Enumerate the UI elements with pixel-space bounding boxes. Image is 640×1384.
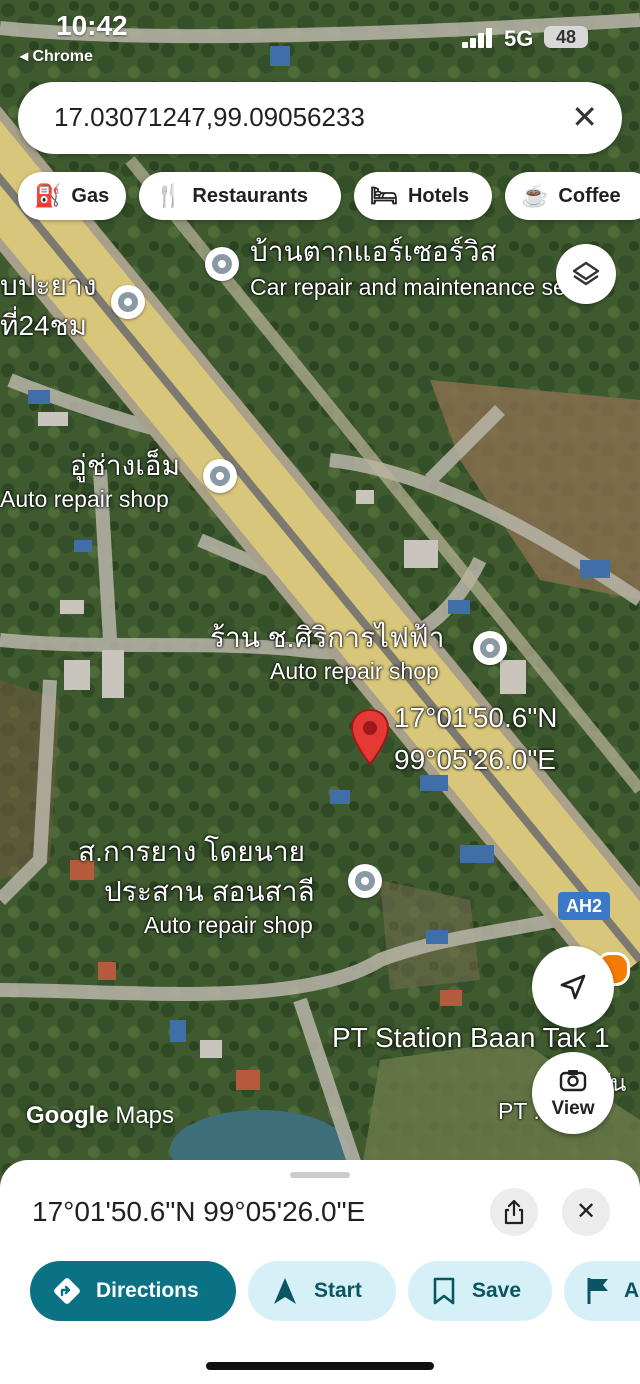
location-pin-icon[interactable] [350, 708, 390, 766]
view-label: View [551, 1098, 595, 1119]
fork-knife-icon: 🍴 [155, 183, 183, 208]
close-icon: ✕ [575, 1198, 597, 1225]
label-button[interactable]: A [564, 1261, 640, 1321]
directions-button[interactable]: Directions [30, 1261, 236, 1321]
place-category: Car repair and maintenance servic [250, 274, 602, 300]
bottom-sheet[interactable]: 17°01'50.6"N 99°05'26.0"E ✕ Directions S… [0, 1160, 640, 1384]
route-shield: AH2 [558, 892, 610, 920]
place-category: Auto repair shop [270, 658, 439, 684]
place-name[interactable]: บปะยาง [0, 264, 96, 308]
close-icon[interactable]: ✕ [571, 100, 598, 134]
back-to-app-link[interactable]: ◂ Chrome [20, 46, 93, 66]
coordinates-title: 17°01'50.6"N 99°05'26.0"E [32, 1196, 366, 1227]
layers-button[interactable] [556, 244, 616, 304]
signal-icon [462, 28, 494, 48]
place-category: Auto repair shop [0, 486, 169, 512]
place-category: Auto repair shop [144, 912, 313, 938]
street-view-button[interactable]: View [532, 1052, 614, 1134]
navigation-arrow-icon [274, 1278, 296, 1304]
close-sheet-button[interactable]: ✕ [562, 1188, 610, 1236]
home-indicator [206, 1362, 434, 1370]
battery-level: 48 [544, 26, 588, 48]
coffee-cup-icon: ☕ [521, 183, 549, 208]
place-marker-icon[interactable] [203, 459, 237, 493]
search-query[interactable]: 17.03071247,99.09056233 [54, 102, 365, 133]
navigation-arrow-icon [560, 974, 586, 1000]
gas-station-icon: ⛽ [34, 183, 62, 208]
pin-latitude: 17°01'50.6"N [394, 702, 558, 733]
place-name[interactable]: อู่ช่างเอ็ม [70, 444, 180, 488]
bed-icon: 🛏 [370, 183, 398, 208]
pin-longitude: 99°05'26.0"E [394, 744, 556, 775]
place-name-line2: ที่24ชม [0, 310, 88, 341]
share-icon [504, 1199, 524, 1225]
category-chips: ⛽ Gas 🍴 Restaurants 🛏 Hotels ☕ Coffee [18, 172, 640, 220]
google-maps-attribution: Google Maps [26, 1102, 175, 1129]
chip-hotels[interactable]: 🛏 Hotels [354, 172, 492, 220]
place-name[interactable]: ร้าน ช.ศิริการไฟฟ้า [210, 616, 444, 660]
camera-icon [559, 1070, 587, 1092]
save-button[interactable]: Save [408, 1261, 552, 1321]
chip-gas[interactable]: ⛽ Gas [18, 172, 126, 220]
place-marker-icon[interactable] [348, 864, 382, 898]
flag-icon [587, 1278, 608, 1304]
status-time: 10:42 [56, 10, 128, 41]
drag-handle[interactable] [290, 1172, 350, 1178]
network-type: 5G [504, 26, 534, 51]
my-location-button[interactable] [532, 946, 614, 1028]
directions-icon [54, 1278, 80, 1304]
place-name-line2: ประสาน สอนสาลี [104, 876, 315, 907]
chip-coffee[interactable]: ☕ Coffee [505, 172, 640, 220]
status-bar: 10:42 ◂ Chrome 5G 48 [0, 0, 640, 70]
share-button[interactable] [490, 1188, 538, 1236]
search-bar[interactable]: 17.03071247,99.09056233 ✕ [18, 82, 622, 154]
start-button[interactable]: Start [248, 1261, 396, 1321]
place-marker-icon[interactable] [111, 285, 145, 319]
chip-restaurants[interactable]: 🍴 Restaurants [139, 172, 341, 220]
layers-icon [572, 261, 600, 286]
place-marker-icon[interactable] [473, 631, 507, 665]
place-name[interactable]: ส.การยาง โดยนาย [78, 830, 305, 874]
place-marker-icon[interactable] [205, 247, 239, 281]
place-name[interactable]: บ้านตากแอร์เซอร์วิส [250, 230, 497, 274]
bookmark-icon [433, 1277, 455, 1305]
